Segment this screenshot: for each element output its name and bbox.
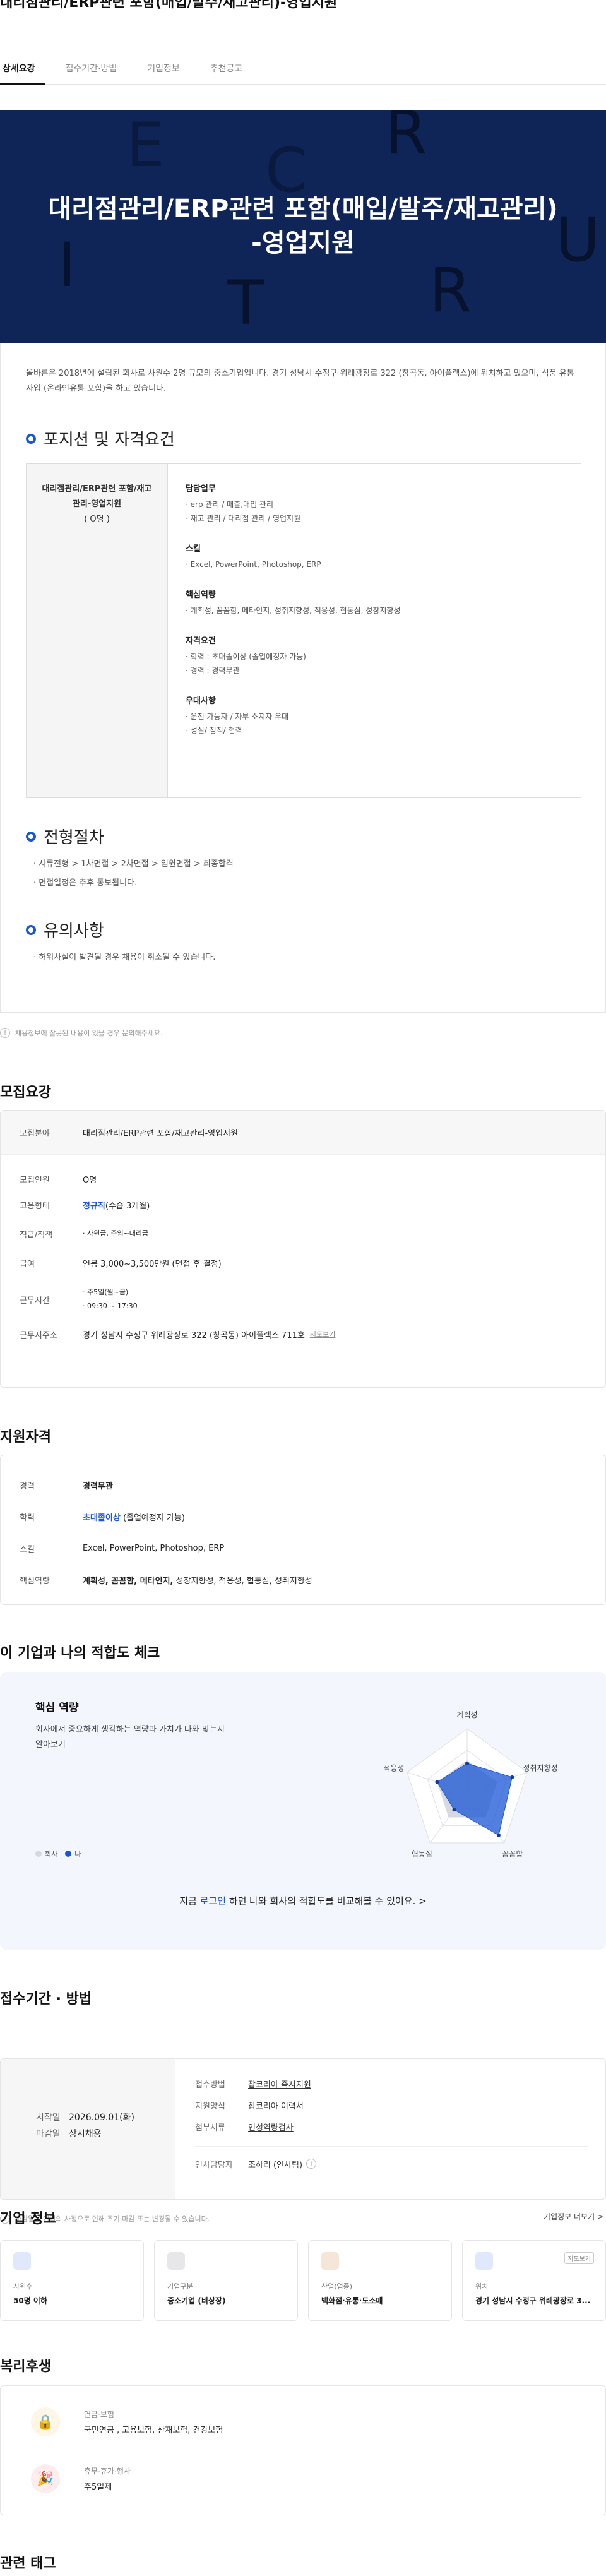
company-card-type: 기업구분 중소기업 (비상장) xyxy=(154,2240,298,2321)
tab-bar: 상세요강 접수기간·방법 기업정보 추천공고 xyxy=(0,52,606,85)
qualify-row: 학력 초대졸이상 (졸업예정자 가능) xyxy=(20,1513,185,1523)
legend-company-dot xyxy=(35,1851,42,1857)
company-intro: 올바른은 2018년에 설립된 회사로 사원수 2명 규모의 중소기업입니다. … xyxy=(26,369,574,393)
radar-me-point xyxy=(452,1808,456,1812)
recruit-heading: 모집요강 xyxy=(0,1085,51,1100)
position-role: 대리점관리/ERP관련 포함/재고관리-영업지원 ( O명 ) xyxy=(27,464,168,797)
position-detail: 담당업무 · erp 관리 / 매출,매입 관리 · 재고 관리 / 대리점 관… xyxy=(168,464,581,797)
apply-row: 첨부서류 인성역량검사 xyxy=(195,2116,605,2137)
building-icon xyxy=(167,2252,185,2270)
fit-login-prompt: 지금 로그인 하면 나와 회사의 적합도를 비교해볼 수 있어요. > xyxy=(179,1895,427,1907)
apply-row: 지원양식 잡코리아 이력서 xyxy=(195,2101,304,2111)
qualify-row: 핵심역량 계획성, 꼼꼼함, 메타인지, 성장지향성, 적응성, 협동심, 성취… xyxy=(20,1576,312,1586)
competency-group: 핵심역량 · 계획성, 꼼꼼함, 메타인지, 성취지향성, 적응성, 협동심, … xyxy=(186,590,401,615)
competency-radar-chart: 계획성성취지향성꼼꼼함 협동심 적응성 xyxy=(383,1710,557,1859)
ring-icon xyxy=(26,831,36,842)
company-card-location: 지도보기 위치 경기 성남시 수정구 위례광장로 3... xyxy=(462,2240,606,2321)
caution-heading: 유의사항 xyxy=(26,918,104,941)
recruit-row: 고용형태 정규직(수습 3개월) xyxy=(20,1201,150,1211)
company-card-industry: 산업(업종) 백화점·유통·도소매 xyxy=(308,2240,452,2321)
welfare-heading: 복리후생 xyxy=(0,2359,51,2375)
fit-heading: 이 기업과 나의 적합도 체크 xyxy=(0,1645,160,1661)
hero-banner: E R C U I T R 대리점관리/ERP관련 포함(매입/발주/재고관리)… xyxy=(0,110,606,343)
apply-row: 접수방법 잡코리아 즉시지원 xyxy=(195,2073,605,2094)
detail-content: 올바른은 2018년에 설립된 회사로 사원수 2명 규모의 중소기업입니다. … xyxy=(0,343,606,1013)
apply-heading: 접수기간 · 방법 xyxy=(0,1991,92,2007)
duty-group: 담당업무 · erp 관리 / 매출,매입 관리 · 재고 관리 / 대리점 관… xyxy=(186,484,301,523)
map-link[interactable]: 지도보기 xyxy=(310,1329,335,1339)
qualify-row: 스킬 Excel, PowerPoint, Photoshop, ERP xyxy=(20,1543,225,1554)
skill-group: 스킬 · Excel, PowerPoint, Photoshop, ERP xyxy=(186,544,321,569)
page-title: 대리점관리/ERP관련 포함(매입/발주/재고관리)-영업지원 xyxy=(0,0,338,11)
party-icon: 🎉 xyxy=(31,2464,60,2493)
recruit-row: 모집분야 대리점관리/ERP관련 포함/재고관리-영업지원 xyxy=(1,1111,605,1155)
apply-method-link[interactable]: 잡코리아 즉시지원 xyxy=(248,2078,311,2090)
radar-axis-label: 계획성 xyxy=(456,1710,477,1719)
recruit-row: 직급/직책 · 사원급, 주임~대리급 xyxy=(20,1229,149,1240)
recruit-row: 모집인원 O명 xyxy=(20,1175,97,1185)
ring-icon xyxy=(26,924,36,935)
apply-row: 인사담당자 조하리 (인사팀) i xyxy=(195,2153,605,2174)
legend-me-dot xyxy=(65,1851,72,1857)
position-table: 대리점관리/ERP관련 포함/재고관리-영업지원 ( O명 ) 담당업무 · e… xyxy=(26,463,581,798)
hero-letter: R xyxy=(385,110,427,168)
hero-letter: R xyxy=(429,255,472,326)
company-more-link[interactable]: 기업정보 더보기 > xyxy=(544,2211,603,2222)
hero-title: 대리점관리/ERP관련 포함(매입/발주/재고관리) -영업지원 xyxy=(48,194,558,258)
fit-desc: 회사에서 중요하게 생각하는 역량과 가치가 나와 맞는지 알아보기 xyxy=(35,1725,225,1750)
radar-axis-label: 성취지향성 xyxy=(523,1763,557,1772)
preference-group: 우대사항 · 운전 가능자 / 자부 소지자 우대 · 성실/ 정직/ 협력 xyxy=(186,696,289,735)
tab-apply-period[interactable]: 접수기간·방법 xyxy=(63,52,128,85)
fit-title: 핵심 역량 xyxy=(35,1702,79,1714)
tags-heading: 관련 태그 xyxy=(0,2556,56,2572)
company-card-employees: 사원수 50명 이하 xyxy=(0,2240,144,2321)
qualify-heading: 지원자격 xyxy=(0,1429,51,1445)
divider xyxy=(195,2146,588,2147)
requirement-group: 자격요건 · 학력 : 초대졸이상 (졸업예정자 가능) · 경력 : 경력무관 xyxy=(186,636,306,675)
ring-icon xyxy=(26,433,36,444)
radar-axis-label: 적응성 xyxy=(383,1763,404,1772)
process-lines: · 서류전형 > 1차면접 > 2차면접 > 임원면접 > 최종합격 · 면접일… xyxy=(33,859,234,888)
qualify-card: 경력 경력무관 학력 초대졸이상 (졸업예정자 가능) 스킬 Excel, Po… xyxy=(0,1455,606,1605)
radar-me-point xyxy=(510,1775,514,1779)
welfare-item: 🎉 휴무·휴가·행사 주5일제 xyxy=(31,2464,131,2493)
tab-detail[interactable]: 상세요강 xyxy=(0,52,45,85)
tab-recommend[interactable]: 추천공고 xyxy=(208,52,253,85)
radar-me-point xyxy=(435,1780,439,1784)
login-link[interactable]: 로그인 xyxy=(200,1895,226,1907)
apply-methods: 접수방법 잡코리아 즉시지원 지원양식 잡코리아 이력서 첨부서류 인성역량검사… xyxy=(175,2059,605,2199)
radar-legend: 회사 나 xyxy=(35,1849,81,1859)
hero-letter: T xyxy=(227,268,264,338)
insurance-icon: 🔒 xyxy=(31,2407,60,2436)
apply-dates: 시작일 2026.09.01(화) 마감일 상시채용 xyxy=(1,2059,175,2199)
position-heading: 포지션 및 자격요건 xyxy=(26,427,175,450)
people-icon xyxy=(13,2252,31,2270)
info-icon: ! xyxy=(0,1028,10,1038)
recruit-card: 모집분야 대리점관리/ERP관련 포함/재고관리-영업지원 모집인원 O명 고용… xyxy=(0,1110,606,1388)
map-button[interactable]: 지도보기 xyxy=(564,2252,594,2264)
radar-axis-label: 협동심 xyxy=(412,1850,432,1859)
briefcase-icon xyxy=(321,2252,339,2270)
hero-letter: E xyxy=(126,110,165,181)
welfare-card: 🔒 연금·보험 국민연금 , 고용보험, 산재보험, 건강보험 🎉 휴무·휴가·… xyxy=(0,2385,606,2515)
apply-card: 시작일 2026.09.01(화) 마감일 상시채용 접수방법 잡코리아 즉시지원 … xyxy=(0,2058,606,2200)
caution-lines: · 허위사실이 발견될 경우 채용이 취소될 수 있습니다. xyxy=(33,953,216,962)
location-pin-icon xyxy=(475,2252,493,2270)
attachment-link[interactable]: 인성역량검사 xyxy=(248,2121,294,2133)
radar-me-point xyxy=(465,1762,469,1765)
company-heading: 기업 정보 xyxy=(0,2211,56,2227)
company-cards: 사원수 50명 이하 기업구분 중소기업 (비상장) 산업(업종) 백화점·유통… xyxy=(0,2240,606,2321)
welfare-item: 🔒 연금·보험 국민연금 , 고용보험, 산재보험, 건강보험 xyxy=(31,2407,223,2436)
radar-me-point xyxy=(496,1833,501,1837)
recruit-row: 근무지주소 경기 성남시 수정구 위례광장로 322 (창곡동) 아이플렉스 7… xyxy=(20,1329,336,1340)
process-heading: 전형절차 xyxy=(26,825,104,848)
qualify-row: 경력 경력무관 xyxy=(20,1481,113,1491)
error-notice: ! 채용정보에 잘못된 내용이 있을 경우 문의해주세요. xyxy=(0,1028,163,1038)
recruit-row: 급여 연봉 3,000~3,500만원 (면접 후 결정) xyxy=(20,1259,222,1269)
fit-check-box: 핵심 역량 회사에서 중요하게 생각하는 역량과 가치가 나와 맞는지 알아보기… xyxy=(0,1672,606,1950)
info-icon[interactable]: i xyxy=(306,2159,317,2169)
radar-axis-label: 꼼꼼함 xyxy=(502,1850,523,1859)
tab-company[interactable]: 기업정보 xyxy=(145,52,190,85)
recruit-row: 근무시간 · 주5일(월~금) · 09:30 ~ 17:30 xyxy=(20,1288,138,1310)
